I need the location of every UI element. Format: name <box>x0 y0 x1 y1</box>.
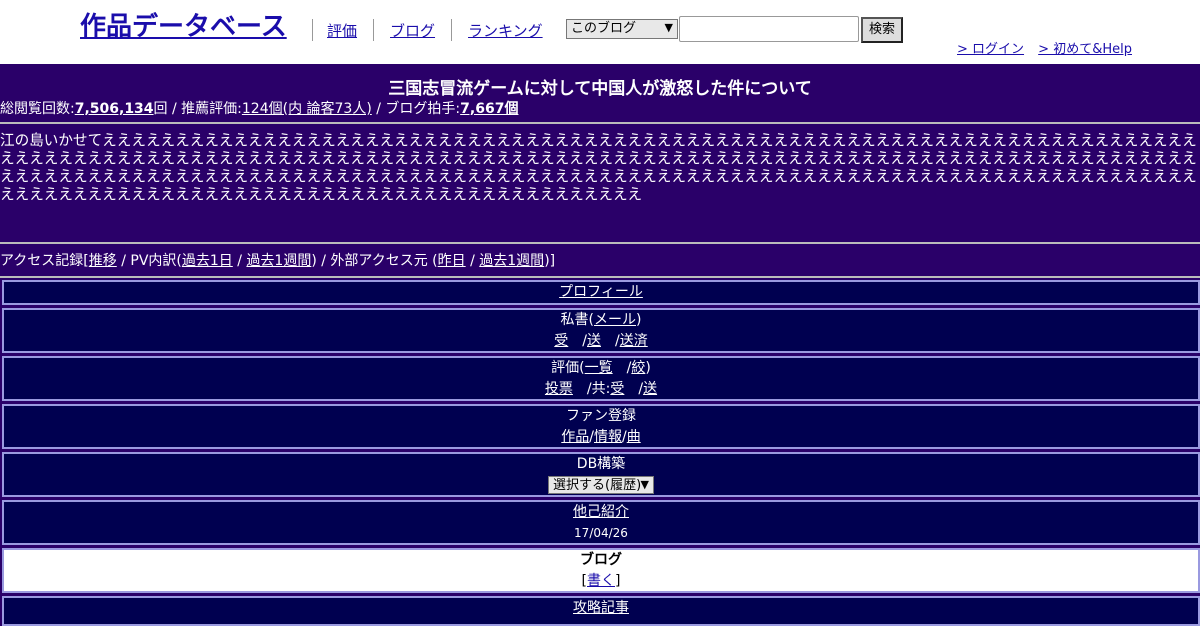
blog-title-area: 三国志冒流ゲームに対して中国人が激怒した件について 総閲覧回数:7,506,13… <box>0 64 1200 124</box>
mail-sent-link[interactable]: 送済 <box>620 333 648 349</box>
intro-box: 他己紹介 17/04/26 <box>2 500 1200 545</box>
nav-evaluation-link[interactable]: 評価 <box>313 20 373 41</box>
eval-received-link[interactable]: 受 <box>610 381 624 397</box>
blog-title: 三国志冒流ゲームに対して中国人が激怒した件について <box>388 79 812 99</box>
side-menu: プロフィール 私書(メール) 受 /送 /送済 評価(一覧 /絞) 投票 /共:… <box>0 278 1200 626</box>
eval-filter-link[interactable]: 絞 <box>631 360 645 376</box>
intro-date: 17/04/26 <box>574 526 628 540</box>
evaluation-box: 評価(一覧 /絞) 投票 /共:受 /送 <box>2 356 1200 401</box>
main-nav: 評価 ブログ ランキング <box>312 18 559 42</box>
blog-description: 江の島いかせてえええええええええええええええええええええええええええええええええ… <box>0 124 1200 244</box>
blog-band: 三国志冒流ゲームに対して中国人が激怒した件について 総閲覧回数:7,506,13… <box>0 64 1200 626</box>
clap-label: / ブログ拍手: <box>371 101 461 117</box>
views-count-link[interactable]: 7,506,134 <box>75 101 154 117</box>
login-link[interactable]: > ログイン <box>957 42 1024 57</box>
fan-works-link[interactable]: 作品 <box>561 429 589 445</box>
mail-inbox-link[interactable]: 受 <box>554 333 568 349</box>
eval-vote-link[interactable]: 投票 <box>545 381 573 397</box>
eval-list-link[interactable]: 一覧 <box>585 360 613 376</box>
user-links: > ログイン > 初めて&Help <box>957 38 1142 57</box>
nav-ranking-link[interactable]: ランキング <box>452 20 559 41</box>
access-trend-link[interactable]: 推移 <box>89 253 117 269</box>
dropdown-arrow-icon: ▼ <box>664 21 673 34</box>
fan-info-link[interactable]: 情報 <box>594 429 622 445</box>
fan-box: ファン登録 作品/情報/曲 <box>2 404 1200 449</box>
blog-stats: 総閲覧回数:7,506,134回 / 推薦評価:124個(内 論客73人) / … <box>0 98 518 118</box>
db-build-box: DB構築 選択する(履歴) ▼ <box>2 452 1200 497</box>
mail-link[interactable]: メール <box>594 312 636 328</box>
clap-count-link[interactable]: 7,667個 <box>460 101 518 117</box>
blog-box: ブログ [書く] <box>2 548 1200 593</box>
mail-box: 私書(メール) 受 /送 /送済 <box>2 308 1200 353</box>
search-scope-select[interactable]: このブログ ▼ <box>566 19 678 39</box>
dropdown-arrow-icon: ▼ <box>640 478 649 491</box>
help-link[interactable]: > 初めて&Help <box>1038 42 1132 57</box>
strategy-box: 攻略記事 <box>2 596 1200 626</box>
access-record-bar: アクセス記録[推移 / PV内訳(過去1日 / 過去1週間) / 外部アクセス元… <box>0 244 1200 278</box>
ext-yesterday-link[interactable]: 昨日 <box>438 253 466 269</box>
nav-blog-link[interactable]: ブログ <box>374 20 451 41</box>
db-build-title: DB構築 <box>576 456 626 472</box>
search-button[interactable]: 検索 <box>861 17 903 43</box>
site-logo-link[interactable]: 作品データベース <box>80 6 287 43</box>
blog-box-title: ブログ <box>580 552 622 568</box>
ext-week-link[interactable]: 過去1週間 <box>479 253 544 269</box>
profile-link[interactable]: プロフィール <box>559 284 643 300</box>
fan-music-link[interactable]: 曲 <box>627 429 641 445</box>
search-scope-value: このブログ <box>571 21 637 36</box>
recommend-count-link[interactable]: 124個(内 論客73人) <box>242 101 372 117</box>
eval-sent-link[interactable]: 送 <box>643 381 657 397</box>
strategy-link[interactable]: 攻略記事 <box>573 600 629 616</box>
views-unit: 回 / 推薦評価: <box>153 101 242 117</box>
blog-write-link[interactable]: 書く <box>587 573 615 589</box>
db-history-select[interactable]: 選択する(履歴) ▼ <box>548 476 654 494</box>
profile-box: プロフィール <box>2 280 1200 305</box>
pv-week-link[interactable]: 過去1週間 <box>246 253 311 269</box>
views-label: 総閲覧回数: <box>0 101 75 117</box>
mail-send-link[interactable]: 送 <box>587 333 601 349</box>
site-header: 作品データベース 評価 ブログ ランキング このブログ ▼ 検索 > ログイン … <box>0 0 1200 64</box>
intro-link[interactable]: 他己紹介 <box>573 504 629 520</box>
pv-day-link[interactable]: 過去1日 <box>182 253 233 269</box>
search-input[interactable] <box>679 16 859 42</box>
fan-title: ファン登録 <box>566 408 636 424</box>
